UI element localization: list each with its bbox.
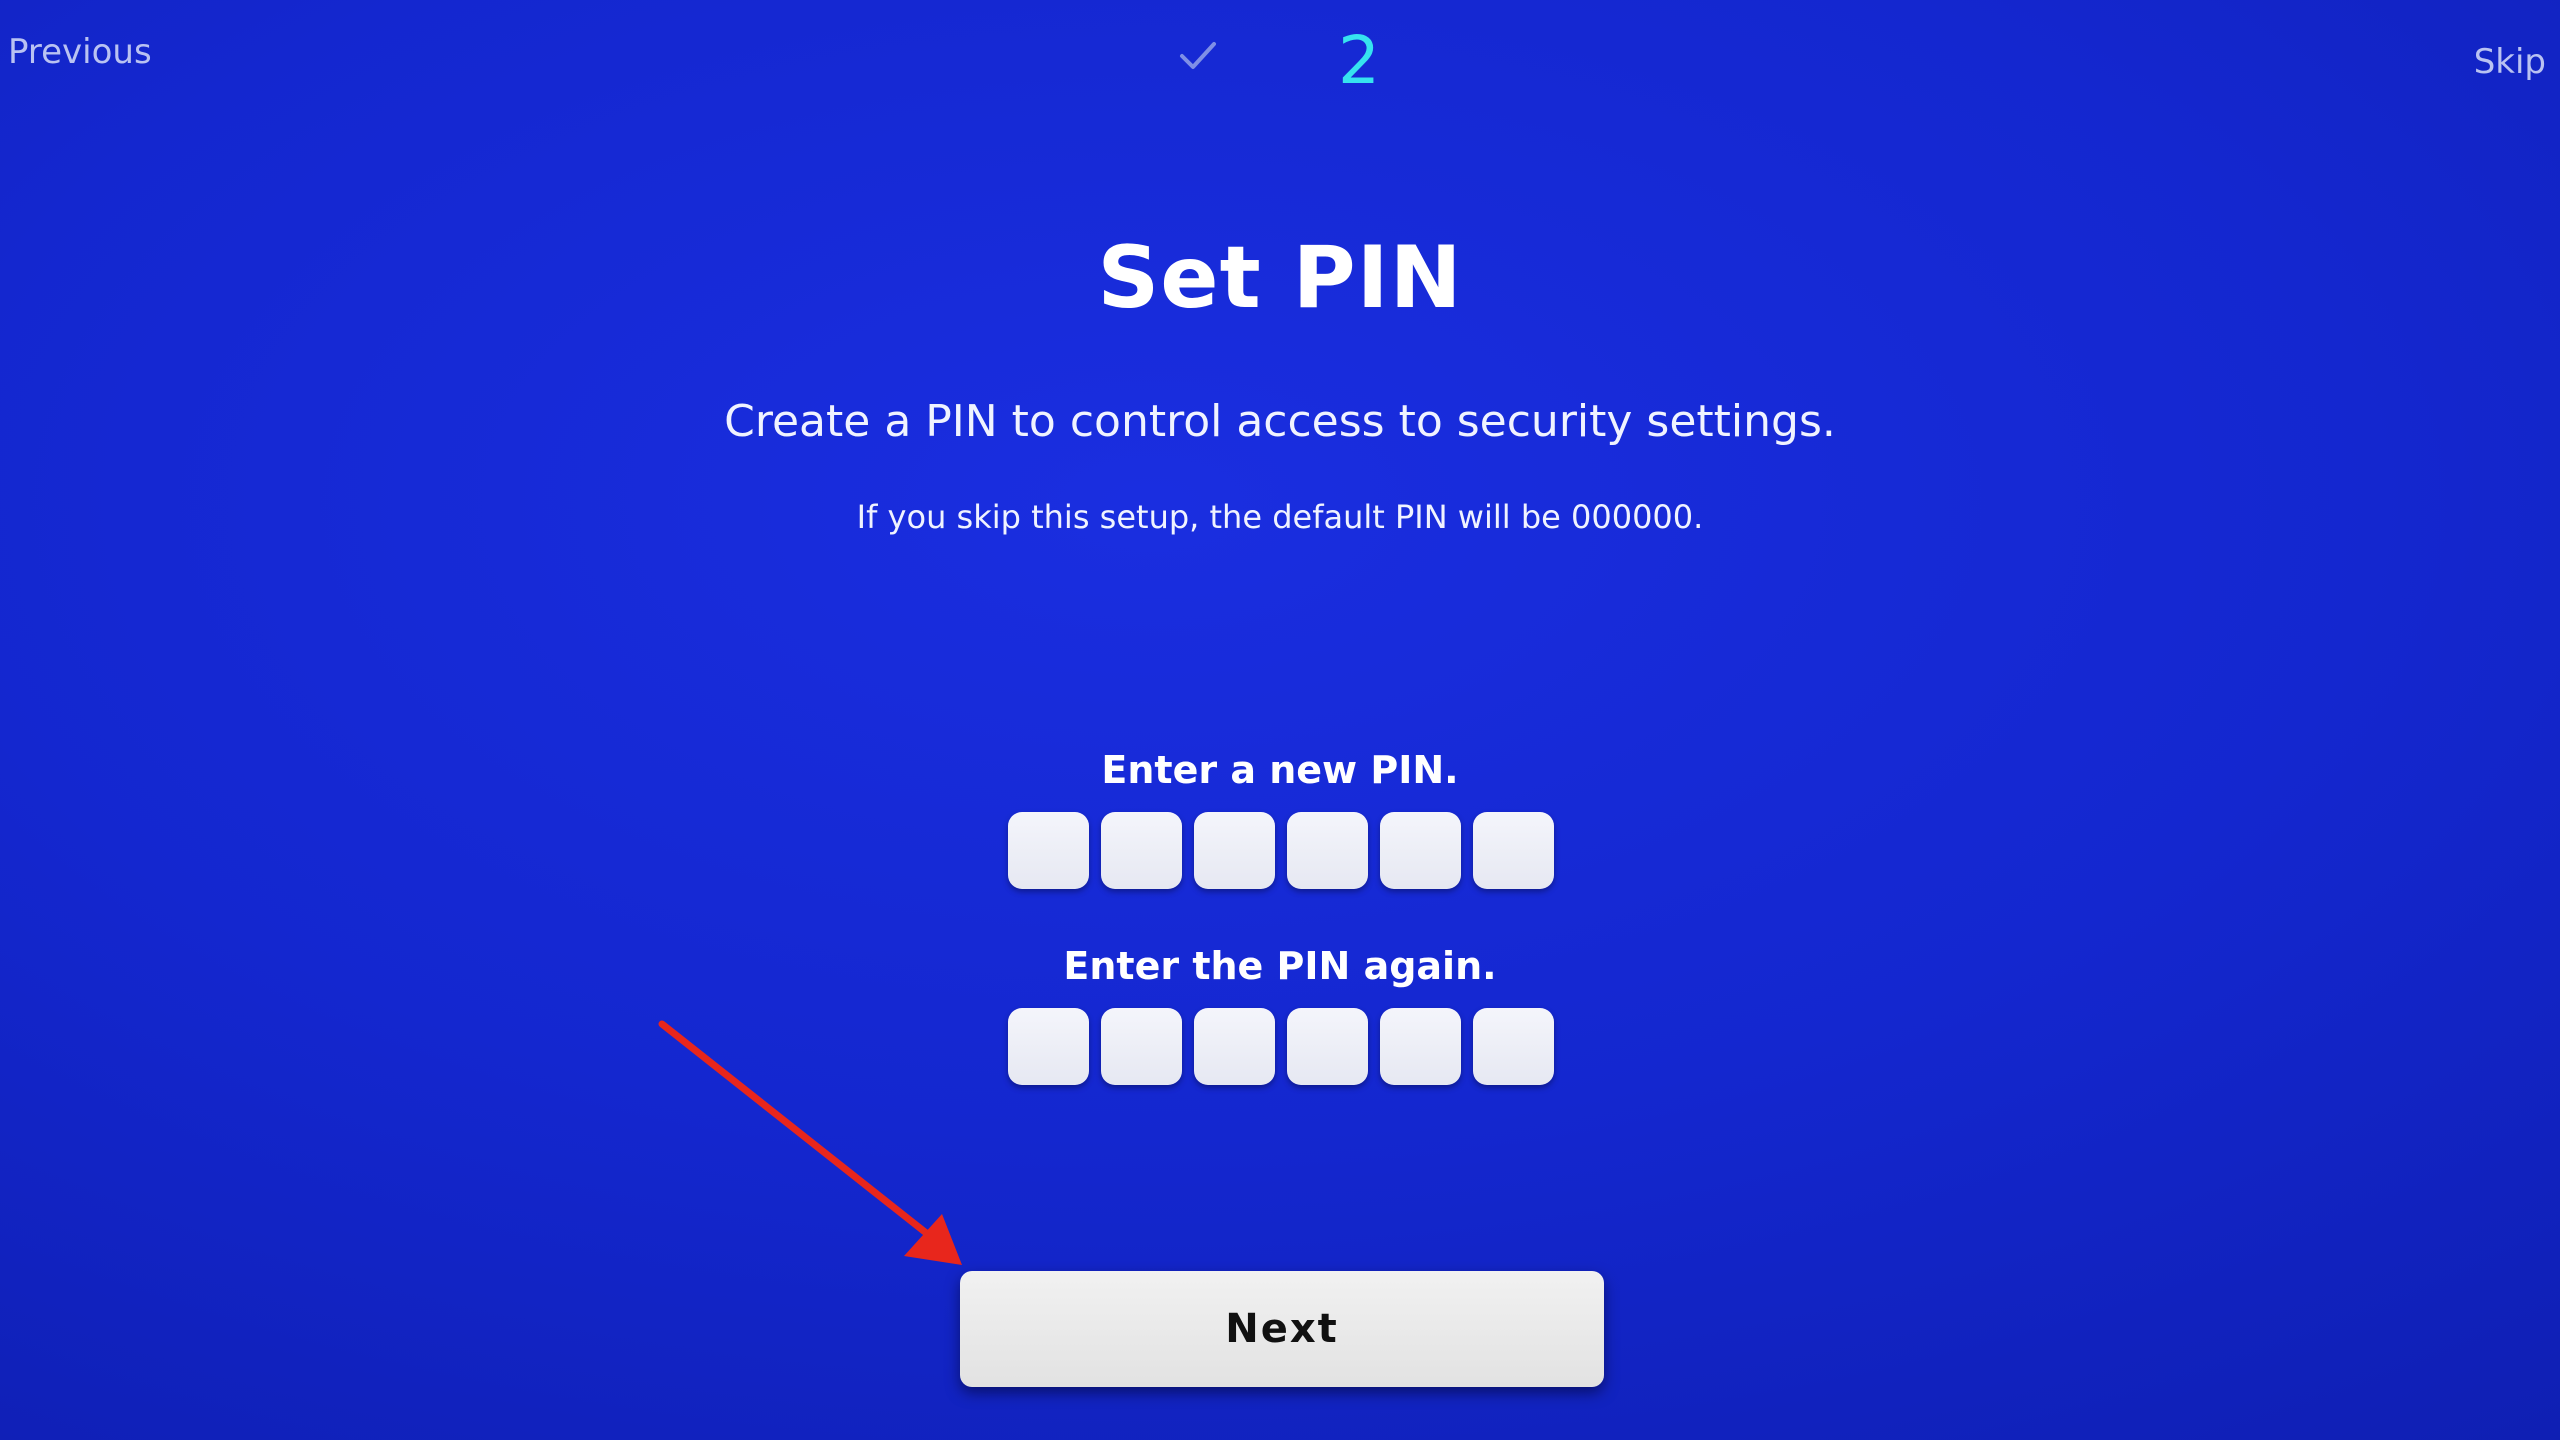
pin-digit-box[interactable] bbox=[1473, 812, 1554, 889]
confirm-pin-label: Enter the PIN again. bbox=[1063, 944, 1497, 988]
previous-button[interactable]: Previous bbox=[8, 32, 152, 72]
new-pin-label: Enter a new PIN. bbox=[1101, 748, 1459, 792]
pin-digit-box[interactable] bbox=[1287, 1008, 1368, 1085]
pin-digit-box[interactable] bbox=[1101, 812, 1182, 889]
page-subtitle: Create a PIN to control access to securi… bbox=[724, 396, 1836, 447]
confirm-pin-input[interactable] bbox=[1008, 1008, 1554, 1085]
pin-digit-box[interactable] bbox=[1380, 1008, 1461, 1085]
page-title: Set PIN bbox=[1097, 228, 1463, 328]
skip-button[interactable]: Skip bbox=[2474, 42, 2546, 82]
new-pin-input[interactable] bbox=[1008, 812, 1554, 889]
pin-digit-box[interactable] bbox=[1101, 1008, 1182, 1085]
pin-digit-box[interactable] bbox=[1380, 812, 1461, 889]
red-arrow-icon bbox=[658, 1020, 962, 1265]
default-pin-note: If you skip this setup, the default PIN … bbox=[856, 498, 1704, 536]
pin-digit-box[interactable] bbox=[1008, 812, 1089, 889]
pin-digit-box[interactable] bbox=[1194, 812, 1275, 889]
step-indicator: 2 bbox=[1150, 20, 1450, 100]
check-icon bbox=[1180, 42, 1216, 69]
current-step-number: 2 bbox=[1338, 22, 1380, 99]
pin-digit-box[interactable] bbox=[1008, 1008, 1089, 1085]
pin-digit-box[interactable] bbox=[1473, 1008, 1554, 1085]
pin-digit-box[interactable] bbox=[1287, 812, 1368, 889]
pin-digit-box[interactable] bbox=[1194, 1008, 1275, 1085]
next-button[interactable]: Next bbox=[960, 1271, 1604, 1387]
